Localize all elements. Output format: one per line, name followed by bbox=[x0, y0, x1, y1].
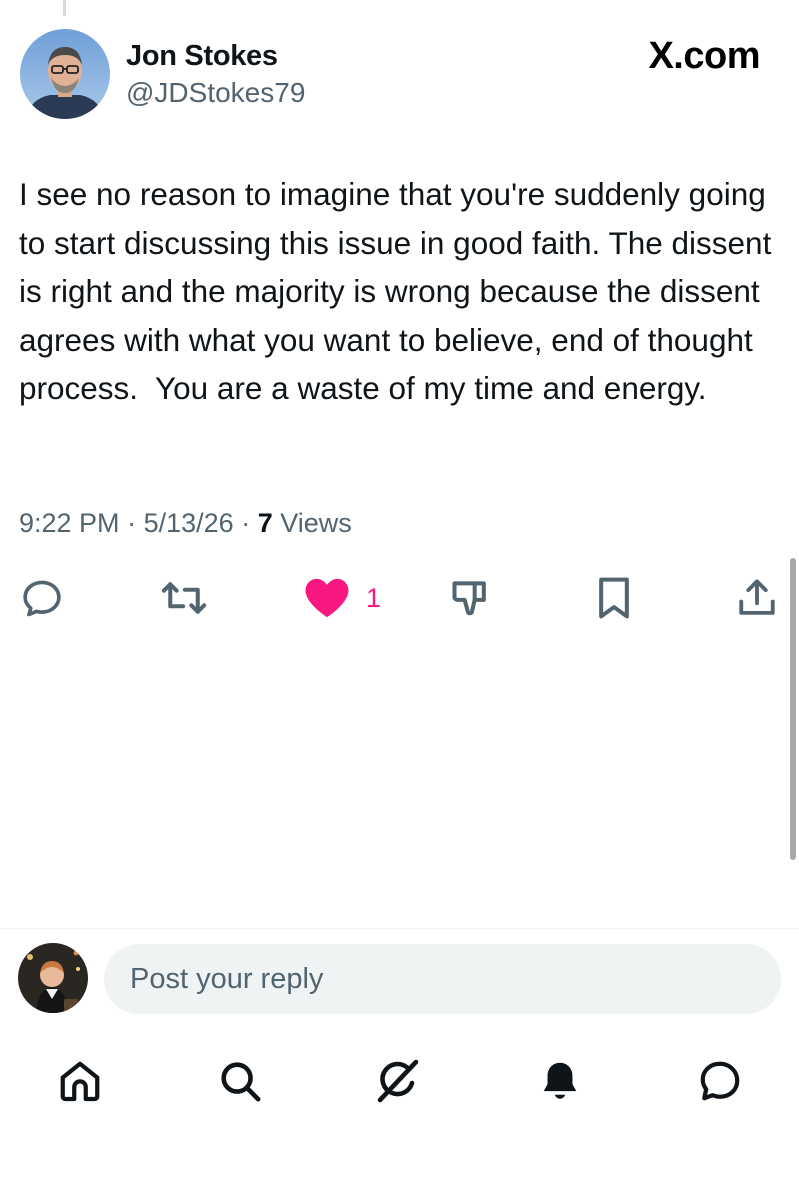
views-count: 7 bbox=[257, 508, 273, 538]
share-icon bbox=[739, 579, 775, 615]
messages-icon bbox=[700, 1061, 740, 1101]
retweet-icon bbox=[161, 582, 207, 614]
tweet-time: 9:22 PM bbox=[19, 508, 120, 538]
bookmark-button[interactable] bbox=[596, 576, 632, 620]
divider bbox=[0, 928, 799, 929]
nav-home[interactable] bbox=[56, 1057, 104, 1105]
like-button[interactable]: 1 bbox=[304, 576, 381, 620]
brand-label: X.com bbox=[648, 35, 760, 77]
retweet-button[interactable] bbox=[160, 576, 208, 620]
heart-filled-icon bbox=[305, 578, 349, 618]
nav-notifications[interactable] bbox=[536, 1057, 584, 1105]
person-photo-icon bbox=[20, 29, 110, 119]
thread-connector-line bbox=[63, 0, 66, 16]
nav-messages[interactable] bbox=[696, 1057, 744, 1105]
notifications-icon bbox=[543, 1062, 577, 1099]
bookmark-icon bbox=[599, 577, 629, 619]
scrollbar[interactable] bbox=[790, 558, 796, 860]
author-avatar[interactable] bbox=[20, 29, 110, 119]
reply-icon bbox=[23, 580, 61, 617]
nav-search[interactable] bbox=[216, 1057, 264, 1105]
like-count: 1 bbox=[366, 582, 382, 613]
grok-icon bbox=[377, 1059, 419, 1103]
meta-separator: · bbox=[241, 508, 251, 538]
tweet-date: 5/13/26 bbox=[143, 508, 234, 538]
author-name[interactable]: Jon Stokes bbox=[126, 40, 278, 73]
nav-grok[interactable] bbox=[374, 1057, 422, 1105]
search-icon bbox=[221, 1062, 261, 1102]
dislike-button[interactable] bbox=[448, 576, 494, 620]
thumbs-down-icon bbox=[452, 581, 486, 616]
author-handle[interactable]: @JDStokes79 bbox=[126, 77, 305, 109]
views-label: Views bbox=[280, 508, 352, 538]
meta-separator: · bbox=[127, 508, 137, 538]
reply-button[interactable] bbox=[20, 576, 64, 620]
tweet-meta: 9:22 PM · 5/13/26 · 7 Views bbox=[19, 508, 352, 539]
current-user-avatar[interactable] bbox=[18, 943, 88, 1013]
reply-input[interactable]: Post your reply bbox=[104, 944, 781, 1014]
user-avatar-icon bbox=[18, 943, 88, 1013]
share-button[interactable] bbox=[736, 576, 778, 620]
reply-placeholder: Post your reply bbox=[130, 962, 324, 995]
home-icon bbox=[60, 1061, 100, 1102]
tweet-text: I see no reason to imagine that you're s… bbox=[19, 176, 781, 406]
